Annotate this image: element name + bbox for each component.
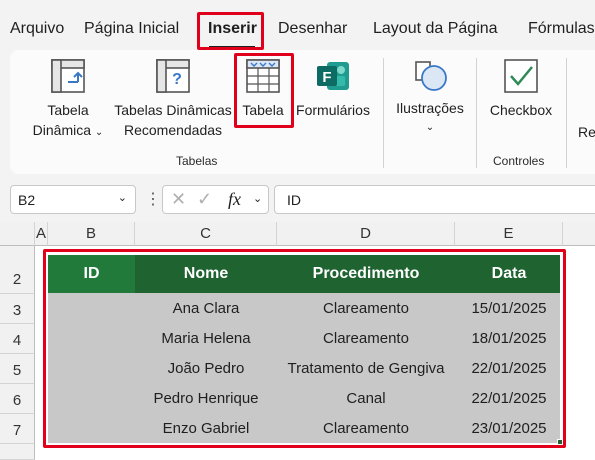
- shapes-icon: [415, 61, 447, 91]
- chevron-down-icon: ⌄: [253, 193, 263, 205]
- svg-text:F: F: [322, 69, 331, 86]
- ribbon-separator: [566, 58, 567, 168]
- chevron-down-icon: ⌄: [94, 127, 104, 138]
- insert-function-icon[interactable]: fx: [228, 189, 241, 210]
- worksheet-grid: A B C D E 2 3 4 5 6 7 ID Nome Procedimen…: [0, 222, 595, 460]
- enter-icon[interactable]: ✓: [197, 189, 212, 210]
- formula-controls: ✕ ✓ fx ⌄: [162, 185, 269, 214]
- formula-content: ID: [287, 192, 301, 208]
- tab-formulas[interactable]: Fórmulas: [528, 20, 595, 38]
- ilustracoes-label: Ilustrações: [396, 100, 464, 116]
- ilustracoes-button[interactable]: Ilustrações ⌄: [390, 58, 470, 138]
- tabelas-group-label: Tabelas: [176, 154, 218, 168]
- column-header-a[interactable]: A: [35, 222, 48, 246]
- row-header-3[interactable]: 3: [0, 294, 35, 324]
- tab-arquivo[interactable]: Arquivo: [10, 20, 64, 38]
- ribbon: Tabela Dinâmica ⌄ ? Tabelas Dinâmicas Re…: [10, 50, 595, 174]
- forms-icon: F: [317, 62, 349, 90]
- formularios-button[interactable]: F Formulários: [290, 58, 376, 120]
- more-options-icon[interactable]: ⋮: [145, 189, 161, 209]
- controles-group-label: Controles: [493, 154, 545, 168]
- cancel-icon[interactable]: ✕: [171, 189, 186, 210]
- column-header-b[interactable]: B: [48, 222, 135, 246]
- tabela-highlight-box: [234, 53, 294, 128]
- recommended-pivot-icon: ?: [156, 59, 190, 93]
- column-header-next[interactable]: [563, 222, 595, 246]
- row-header-4[interactable]: 4: [0, 324, 35, 354]
- tab-layout-da-pagina[interactable]: Layout da Página: [373, 20, 498, 38]
- row-header-2[interactable]: 2: [0, 246, 35, 294]
- column-header-c[interactable]: C: [135, 222, 277, 246]
- row-header-5[interactable]: 5: [0, 354, 35, 384]
- chevron-down-icon: ⌄: [425, 122, 435, 133]
- column-header-e[interactable]: E: [455, 222, 563, 246]
- row-header-8[interactable]: [0, 444, 35, 460]
- tabelas-recomendadas-label-1: Tabelas Dinâmicas: [114, 102, 232, 118]
- svg-text:?: ?: [172, 71, 182, 88]
- ribbon-separator: [476, 58, 477, 168]
- table-highlight-box: [43, 249, 566, 448]
- row-header-6[interactable]: 6: [0, 384, 35, 414]
- checkbox-button[interactable]: Checkbox: [484, 58, 558, 120]
- checkbox-label: Checkbox: [489, 102, 553, 118]
- excel-window: Arquivo Página Inicial Inserir Desenhar …: [0, 0, 595, 460]
- name-box[interactable]: B2 ⌄: [10, 185, 136, 214]
- checkbox-icon: [504, 59, 538, 93]
- tabelas-recomendadas-label-2: Recomendadas: [123, 122, 223, 138]
- tabela-dinamica-label-1: Tabela: [47, 102, 89, 118]
- ribbon-separator: [383, 58, 384, 168]
- tabelas-recomendadas-button[interactable]: ? Tabelas Dinâmicas Recomendadas: [110, 58, 236, 140]
- name-box-value: B2: [18, 192, 36, 208]
- formula-input[interactable]: ID: [274, 185, 595, 214]
- select-all-corner[interactable]: [0, 222, 35, 246]
- tab-desenhar[interactable]: Desenhar: [278, 20, 347, 38]
- row-header-7[interactable]: 7: [0, 414, 35, 444]
- pivot-table-icon: [51, 59, 85, 93]
- formularios-label: Formulários: [296, 102, 370, 118]
- tabela-dinamica-button[interactable]: Tabela Dinâmica ⌄: [22, 58, 114, 143]
- inserir-highlight-box: [197, 12, 264, 50]
- menu-bar: Arquivo Página Inicial Inserir Desenhar …: [0, 0, 595, 46]
- partial-ribbon-button[interactable]: Re: [578, 122, 595, 142]
- tabela-dinamica-label-2: Dinâmica ⌄: [32, 122, 104, 138]
- chevron-down-icon: ⌄: [117, 192, 127, 204]
- column-header-d[interactable]: D: [277, 222, 455, 246]
- tab-pagina-inicial[interactable]: Página Inicial: [84, 20, 179, 38]
